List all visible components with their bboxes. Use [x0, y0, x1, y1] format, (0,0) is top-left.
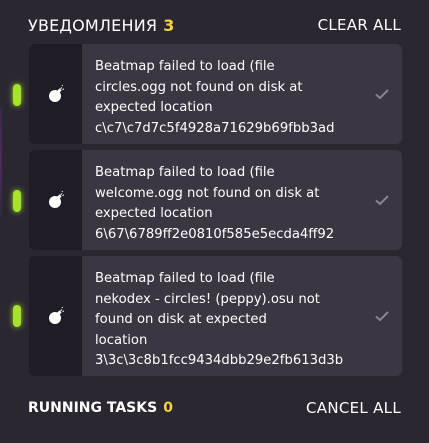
bomb-icon — [48, 306, 64, 324]
unread-indicator — [13, 84, 21, 106]
notification-message: Beatmap failed to load (file nekodex - c… — [95, 271, 344, 368]
running-tasks-footer: RUNNING TASKS 0 CANCEL ALL — [28, 396, 401, 420]
bomb-icon — [48, 84, 64, 102]
running-tasks-title: RUNNING TASKS — [28, 400, 158, 416]
notification-icon-box — [29, 256, 82, 376]
clear-all-button[interactable]: CLEAR ALL — [318, 16, 401, 34]
notification-row: Beatmap failed to load (file nekodex - c… — [0, 256, 429, 376]
bomb-icon — [48, 190, 64, 208]
notification-card[interactable]: Beatmap failed to load (file nekodex - c… — [29, 256, 402, 376]
notification-card[interactable]: Beatmap failed to load (file circles.ogg… — [29, 44, 402, 144]
notifications-count: 3 — [163, 15, 175, 35]
notification-card[interactable]: Beatmap failed to load (file welcome.ogg… — [29, 150, 402, 250]
check-icon[interactable] — [374, 86, 390, 102]
check-icon[interactable] — [374, 192, 390, 208]
cancel-all-button[interactable]: CANCEL ALL — [306, 399, 401, 417]
notifications-header: УВЕДОМЛЕНИЯ 3 CLEAR ALL — [28, 12, 401, 38]
notification-icon-box — [29, 44, 82, 144]
notification-message: Beatmap failed to load (file welcome.ogg… — [95, 165, 335, 242]
notification-icon-box — [29, 150, 82, 250]
notification-message: Beatmap failed to load (file circles.ogg… — [95, 59, 335, 136]
unread-indicator — [13, 190, 21, 212]
running-tasks-count: 0 — [163, 400, 173, 416]
check-icon[interactable] — [374, 308, 390, 324]
notification-row: Beatmap failed to load (file circles.ogg… — [0, 44, 429, 144]
notification-row: Beatmap failed to load (file welcome.ogg… — [0, 150, 429, 250]
notification-overlay: УВЕДОМЛЕНИЯ 3 CLEAR ALL Beatmap failed t… — [0, 0, 429, 443]
notifications-title: УВЕДОМЛЕНИЯ — [28, 15, 158, 35]
unread-indicator — [13, 305, 21, 327]
